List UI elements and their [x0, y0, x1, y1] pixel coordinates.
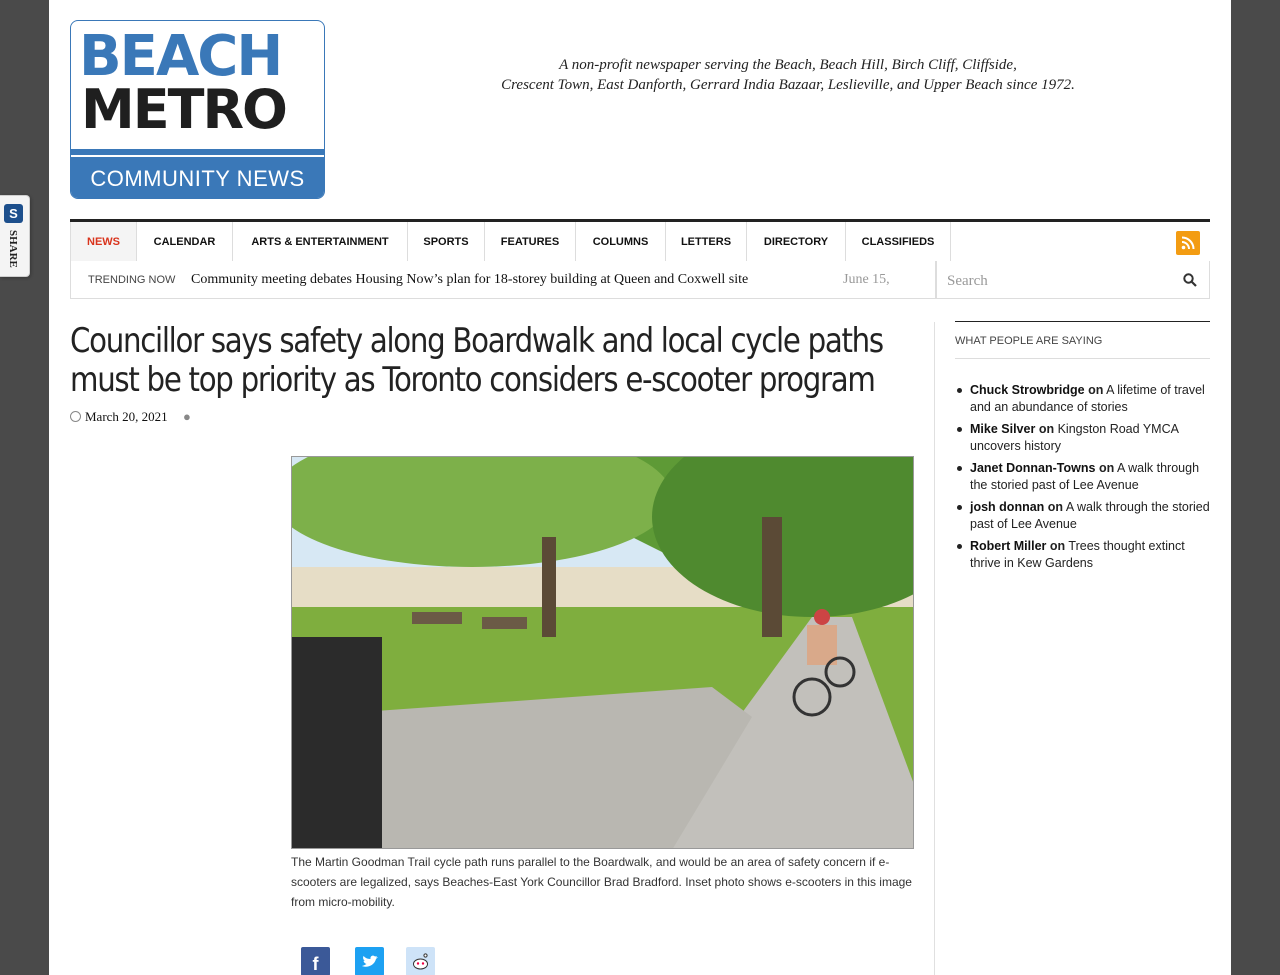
- twitter-share-button[interactable]: [355, 947, 384, 975]
- photo-illustration: [292, 457, 913, 848]
- search-icon[interactable]: [1183, 273, 1197, 287]
- tagline-line-1: A non-profit newspaper serving the Beach…: [559, 57, 1017, 73]
- list-item: josh donnan on A walk through the storie…: [955, 499, 1210, 533]
- comment-on: on: [1088, 383, 1104, 397]
- list-item: Mike Silver on Kingston Road YMCA uncove…: [955, 421, 1210, 455]
- list-item: Robert Miller on Trees thought extinct t…: [955, 538, 1210, 572]
- search-input[interactable]: [945, 267, 1169, 295]
- logo-line-2: METRO: [81, 78, 288, 141]
- trending-label: TRENDING NOW: [88, 274, 176, 286]
- share-label: SHARE: [7, 230, 19, 268]
- nav-features[interactable]: FEATURES: [485, 222, 576, 263]
- article-date[interactable]: March 20, 2021: [85, 409, 168, 424]
- share-icon: S: [4, 204, 23, 223]
- author-icon[interactable]: ●: [183, 409, 191, 425]
- sidebar-divider: [934, 322, 935, 975]
- share-tab[interactable]: S SHARE: [0, 195, 30, 277]
- comment-author[interactable]: Chuck Strowbridge: [970, 383, 1085, 397]
- nav-columns[interactable]: COLUMNS: [576, 222, 666, 263]
- rss-icon[interactable]: [1176, 231, 1200, 255]
- comment-author[interactable]: josh donnan: [970, 500, 1044, 514]
- trending-headline[interactable]: Community meeting debates Housing Now’s …: [191, 261, 748, 299]
- reddit-icon: [413, 953, 428, 970]
- comment-on: on: [1038, 422, 1055, 436]
- sidebar-title: WHAT PEOPLE ARE SAYING: [955, 321, 1210, 359]
- nav-classifieds[interactable]: CLASSIFIEDS: [846, 222, 951, 263]
- site-logo[interactable]: BEACH METRO COMMUNITY NEWS: [70, 20, 325, 199]
- page: BEACH METRO COMMUNITY NEWS A non-profit …: [49, 0, 1231, 975]
- comment-author[interactable]: Mike Silver: [970, 422, 1035, 436]
- reddit-share-button[interactable]: [406, 947, 435, 975]
- facebook-share-button[interactable]: f: [301, 947, 330, 975]
- nav-arts-entertainment[interactable]: ARTS & ENTERTAINMENT: [233, 222, 408, 263]
- site-tagline: A non-profit newspaper serving the Beach…: [429, 55, 1147, 95]
- article-title: Councillor says safety along Boardwalk a…: [70, 321, 884, 400]
- article-meta: March 20, 2021 ●: [70, 409, 191, 425]
- list-item: Chuck Strowbridge on A lifetime of trave…: [955, 382, 1210, 416]
- main-nav: NEWS CALENDAR ARTS & ENTERTAINMENT SPORT…: [70, 219, 1210, 264]
- tagline-line-2: Crescent Town, East Danforth, Gerrard In…: [501, 77, 1075, 93]
- logo-line-3: COMMUNITY NEWS: [90, 166, 305, 191]
- comment-on: on: [1047, 500, 1064, 514]
- comment-author[interactable]: Janet Donnan-Towns: [970, 461, 1095, 475]
- logo-band-line: [71, 155, 324, 157]
- nav-sports[interactable]: SPORTS: [408, 222, 485, 263]
- list-item: Janet Donnan-Towns on A walk through the…: [955, 460, 1210, 494]
- recent-comments-list: Chuck Strowbridge on A lifetime of trave…: [955, 382, 1210, 577]
- nav-calendar[interactable]: CALENDAR: [137, 222, 233, 263]
- trending-date: June 15,: [843, 272, 890, 287]
- search-box: [936, 261, 1210, 299]
- photo-caption: The Martin Goodman Trail cycle path runs…: [291, 855, 912, 909]
- facebook-icon: f: [312, 954, 319, 974]
- nav-news[interactable]: NEWS: [70, 222, 137, 263]
- nav-directory[interactable]: DIRECTORY: [747, 222, 846, 263]
- nav-letters[interactable]: LETTERS: [666, 222, 747, 263]
- article-photo[interactable]: [291, 456, 914, 849]
- rss-icon-graphic: [1181, 236, 1195, 250]
- trending-bar: TRENDING NOW Community meeting debates H…: [70, 261, 936, 299]
- clock-icon: [70, 411, 81, 422]
- comment-on: on: [1049, 539, 1066, 553]
- comment-author[interactable]: Robert Miller: [970, 539, 1046, 553]
- comment-on: on: [1098, 461, 1115, 475]
- twitter-icon: [362, 955, 378, 967]
